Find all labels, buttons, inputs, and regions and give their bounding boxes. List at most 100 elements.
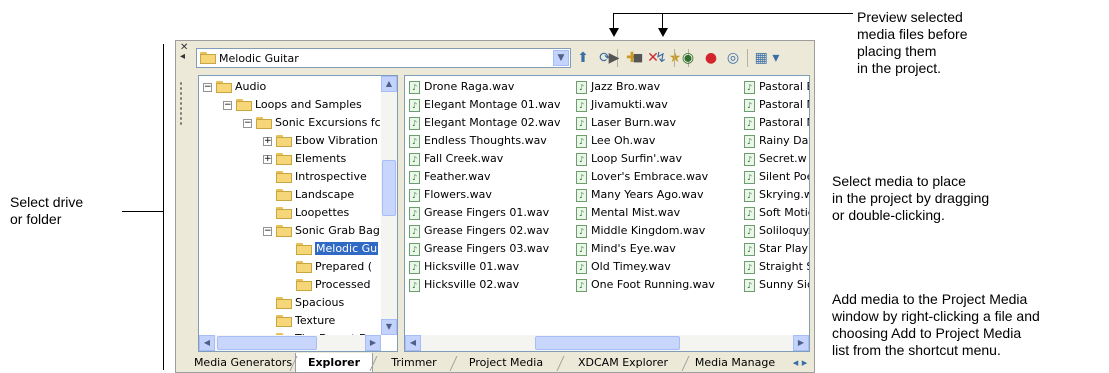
auto-preview-icon[interactable]: ↯ [652,49,670,67]
file-item[interactable]: ♪ Star Play [744,240,809,258]
audio-file-icon: ♪ [409,98,420,112]
file-item[interactable]: ♪ Pastoral N [744,96,809,114]
tree-vertical-scrollbar[interactable]: ▲ ▼ [381,76,397,335]
file-item[interactable]: ♪ Elegant Montage 02.wav [409,114,561,132]
scroll-down-icon[interactable]: ▼ [381,319,397,335]
tab-scroll-arrows[interactable]: ◂ ▸ [785,353,815,373]
file-item[interactable]: ♪ Skrying.w [744,186,809,204]
scroll-left-icon[interactable]: ◀ [405,335,421,351]
folder-icon [276,171,292,183]
scroll-right-icon[interactable]: ▶ [365,335,381,351]
tree-node[interactable]: Landscape [263,186,354,204]
tree-node[interactable]: Loopettes [263,204,349,222]
file-item[interactable]: ♪ Endless Thoughts.wav [409,132,561,150]
file-name: Hicksville 02.wav [424,278,520,291]
file-item[interactable]: ♪ Straight S [744,258,809,276]
tree-node[interactable]: Processed [283,276,370,294]
file-item[interactable]: ♪ Lover's Embrace.wav [576,168,715,186]
file-item[interactable]: ♪ Jazz Bro.wav [576,78,715,96]
file-item[interactable]: ♪ Mind's Eye.wav [576,240,715,258]
tree-node[interactable]: Texture [263,312,335,330]
tree-node-label: Sonic Grab Bag [295,224,380,237]
file-name: Lee Oh.wav [591,134,656,147]
files-horizontal-scrollbar[interactable]: ◀ ▶ [405,335,809,351]
file-item[interactable]: ♪ Elegant Montage 01.wav [409,96,561,114]
tab-xdcam-explorer[interactable]: XDCAM Explorer [562,353,684,373]
files-hscroll-thumb[interactable] [535,336,680,350]
file-item[interactable]: ♪ Mental Mist.wav [576,204,715,222]
file-name: Elegant Montage 02.wav [424,116,561,129]
tab-trimmer[interactable]: Trimmer [375,353,453,373]
file-item[interactable]: ♪ Soft Motic [744,204,809,222]
tree-node[interactable]: Introspective [263,168,367,186]
tree-node[interactable]: − Loops and Samples [223,96,362,114]
file-list[interactable]: ♪ Drone Raga.wav ♪ Elegant Montage 01.wav ♪ E… [404,75,810,352]
tree-hscroll-thumb[interactable] [217,336,317,350]
file-item[interactable]: ♪ Feather.wav [409,168,561,186]
file-item[interactable]: ♪ Pastoral E [744,78,809,96]
up-folder-icon[interactable]: ⬆ [574,49,592,67]
folder-tree[interactable]: − Audio − Loops and Samples − Sonic Excursion… [198,75,398,352]
tree-node[interactable]: Spacious [263,294,344,312]
scroll-right-icon[interactable]: ▶ [793,335,809,351]
tab-media-generators[interactable]: Media Generators [189,353,297,373]
file-item[interactable]: ♪ Flowers.wav [409,186,561,204]
file-item[interactable]: ♪ Loop Surfin'.wav [576,150,715,168]
views-icon[interactable]: ▦ ▾ [753,49,781,67]
scroll-up-icon[interactable]: ▲ [381,76,397,92]
file-item[interactable]: ♪ Jivamukti.wav [576,96,715,114]
file-item[interactable]: ♪ One Foot Running.wav [576,276,715,294]
file-item[interactable]: ♪ Grease Fingers 03.wav [409,240,561,258]
path-combo[interactable]: Melodic Guitar ▼ [196,48,571,68]
file-item[interactable]: ♪ Lee Oh.wav [576,132,715,150]
tab-project-media[interactable]: Project Media [455,353,557,373]
audio-file-icon: ♪ [576,224,587,238]
file-item[interactable]: ♪ Grease Fingers 01.wav [409,204,561,222]
tree-horizontal-scrollbar[interactable]: ◀ ▶ [199,335,381,351]
tree-node-label: Spacious [295,296,345,309]
file-item[interactable]: ♪ Hicksville 01.wav [409,258,561,276]
tree-node[interactable]: − Sonic Excursions fc [243,114,381,132]
file-item[interactable]: ♪ Middle Kingdom.wav [576,222,715,240]
file-item[interactable]: ♪ Soliloquy. [744,222,809,240]
file-item[interactable]: ♪ Grease Fingers 02.wav [409,222,561,240]
file-item[interactable]: ♪ Laser Burn.wav [576,114,715,132]
get-media-icon[interactable]: ◎ [724,49,742,67]
file-name: Mind's Eye.wav [591,242,676,255]
file-item[interactable]: ♪ Pastoral N [744,114,809,132]
tree-node[interactable]: − Audio [203,78,266,96]
tree-scroll-thumb[interactable] [382,160,396,216]
close-icon[interactable]: ✕ ◂ [180,43,188,62]
collapse-icon[interactable]: − [243,118,252,128]
tree-node[interactable]: Melodic Gu [283,240,379,258]
audio-file-icon: ♪ [744,188,755,202]
web-icon[interactable]: ● [702,49,720,67]
file-item[interactable]: ♪ Fall Creek.wav [409,150,561,168]
select-drive-callout: Select drive or folder [10,194,84,227]
stop-icon[interactable]: ■ [629,49,647,67]
tree-node[interactable]: + Ebow Vibration [263,132,378,150]
tree-node[interactable]: − Sonic Grab Bag [263,222,380,240]
scroll-left-icon[interactable]: ◀ [199,335,215,351]
file-item[interactable]: ♪ Rainy Day [744,132,809,150]
file-item[interactable]: ♪ Drone Raga.wav [409,78,561,96]
collapse-icon[interactable]: − [263,226,272,236]
file-item[interactable]: ♪ Sunny Sic [744,276,809,294]
file-item[interactable]: ♪ Silent Poe [744,168,809,186]
file-item[interactable]: ♪ Secret.w [744,150,809,168]
tab-explorer[interactable]: Explorer [295,353,373,373]
collapse-icon[interactable]: − [223,100,232,110]
file-item[interactable]: ♪ Old Timey.wav [576,258,715,276]
file-item[interactable]: ♪ Many Years Ago.wav [576,186,715,204]
start-icon[interactable]: ◉ [679,49,697,67]
tree-node[interactable]: + Elements [263,150,346,168]
dock-grip-handle[interactable] [179,81,183,125]
expand-icon[interactable]: + [263,154,272,164]
chevron-down-icon[interactable]: ▼ [553,50,569,66]
tab-media-manage[interactable]: Media Manage [687,353,783,373]
tree-node[interactable]: Prepared ( [283,258,372,276]
play-icon[interactable]: ▶ [605,49,623,67]
file-item[interactable]: ♪ Hicksville 02.wav [409,276,561,294]
collapse-icon[interactable]: − [203,82,212,92]
expand-icon[interactable]: + [263,136,272,146]
